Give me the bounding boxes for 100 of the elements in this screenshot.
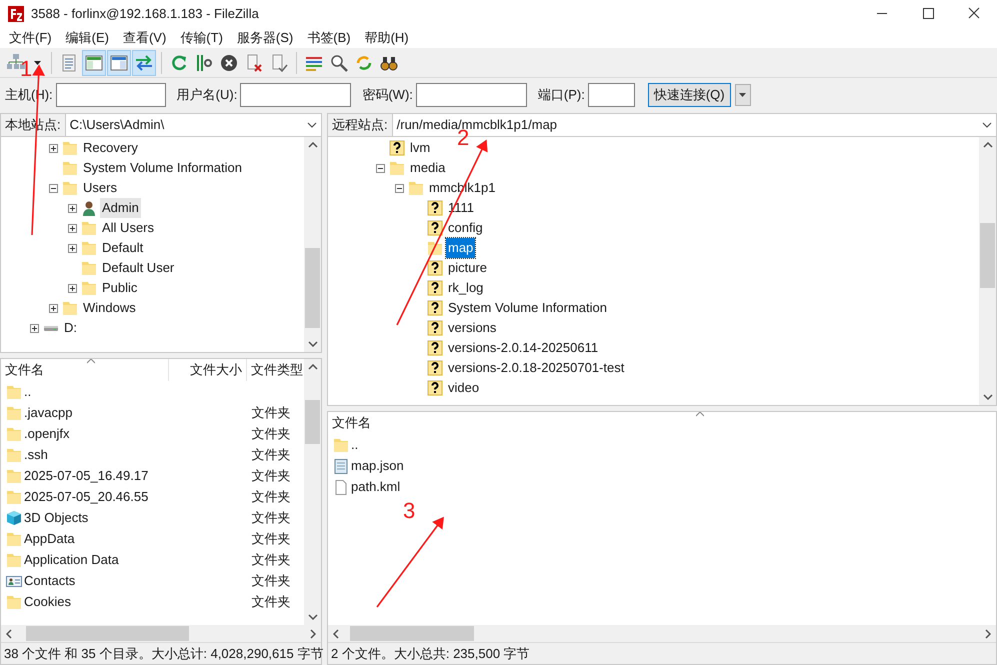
file-type: 文件夹 <box>251 552 290 567</box>
expand-icon[interactable] <box>30 324 39 332</box>
folder-icon <box>6 384 22 400</box>
expand-icon[interactable] <box>68 224 77 232</box>
chevron-down-icon[interactable] <box>982 394 992 400</box>
chevron-right-icon[interactable] <box>985 628 991 638</box>
chevron-left-icon[interactable] <box>333 628 339 638</box>
column-header[interactable]: 文件大小 <box>168 359 247 381</box>
unknown-folder-icon <box>427 200 443 216</box>
unknown-folder-icon <box>389 140 405 156</box>
tree-item[interactable]: D: <box>62 318 79 338</box>
scroll-thumb[interactable] <box>305 400 320 444</box>
file-type: 文件夹 <box>251 530 290 546</box>
collapse-icon[interactable] <box>376 164 385 172</box>
file-name[interactable]: map.json <box>351 456 404 476</box>
collapse-icon[interactable] <box>49 184 58 192</box>
field-label: 密码(W): <box>362 86 413 104</box>
vertical-scrollbar[interactable] <box>304 137 321 352</box>
file-name[interactable]: 3D Objects <box>24 508 88 528</box>
menu-item[interactable]: 文件(F) <box>2 26 59 48</box>
toolbar-button[interactable] <box>107 50 131 76</box>
tree-item[interactable]: picture <box>446 258 490 278</box>
tree-item[interactable]: Users <box>81 178 119 198</box>
chevron-up-icon[interactable] <box>308 142 318 148</box>
folder-icon <box>81 240 97 256</box>
chevron-right-icon[interactable] <box>310 628 316 638</box>
menu-item[interactable]: 帮助(H) <box>358 26 416 48</box>
file-name[interactable]: Application Data <box>24 550 119 570</box>
input-field[interactable] <box>56 82 166 106</box>
folder-icon <box>62 140 78 156</box>
app-logo-icon <box>8 6 24 22</box>
folder-icon <box>62 180 78 196</box>
menu-item[interactable]: 编辑(E) <box>58 26 116 48</box>
tree-item[interactable]: System Volume Information <box>81 158 244 178</box>
tree-item[interactable]: versions <box>446 318 498 338</box>
expand-icon[interactable] <box>68 204 77 212</box>
tree-item[interactable]: Default User <box>100 258 176 278</box>
user-icon <box>81 200 97 216</box>
column-header[interactable]: 文件名 <box>1 359 168 381</box>
expand-icon[interactable] <box>68 284 77 292</box>
tree-item[interactable]: video <box>446 378 482 398</box>
file-name[interactable]: Contacts <box>24 570 76 590</box>
input-field[interactable] <box>588 82 635 106</box>
chevron-up-icon[interactable] <box>308 364 318 370</box>
file-name[interactable]: .openjfx <box>24 424 70 444</box>
menu-item[interactable]: 书签(B) <box>300 26 358 48</box>
file-name[interactable]: .. <box>24 382 32 402</box>
dropdown-caret-icon[interactable] <box>33 60 42 66</box>
vertical-scrollbar[interactable] <box>979 137 996 405</box>
scroll-thumb[interactable] <box>305 248 320 328</box>
tree-item[interactable]: rk_log <box>446 278 486 298</box>
file-name[interactable]: .. <box>351 434 358 454</box>
file-name[interactable]: 2025-07-05_20.46.55 <box>24 486 148 506</box>
tree-item[interactable]: Recovery <box>81 138 140 158</box>
file-name[interactable]: Cookies <box>24 592 71 612</box>
chevron-left-icon[interactable] <box>6 628 12 638</box>
unknown-folder-icon <box>427 220 443 236</box>
column-header[interactable]: 文件类型 <box>247 359 304 381</box>
tree-item[interactable]: config <box>446 218 485 238</box>
chevron-down-icon[interactable] <box>308 341 318 347</box>
scroll-thumb[interactable] <box>980 223 995 288</box>
tree-item[interactable]: map <box>446 238 476 258</box>
menu-item[interactable]: 传输(T) <box>173 26 230 48</box>
file-name[interactable]: AppData <box>24 528 75 548</box>
file-name[interactable]: path.kml <box>351 476 400 496</box>
magnifier-icon <box>329 52 349 72</box>
tree-item[interactable]: All Users <box>100 218 156 238</box>
horizontal-scrollbar[interactable] <box>328 625 996 642</box>
file-name[interactable]: .ssh <box>24 444 48 464</box>
expand-icon[interactable] <box>68 244 77 252</box>
tree-item[interactable]: versions-2.0.18-20250701-test <box>446 358 626 378</box>
menu-item[interactable]: 查看(V) <box>116 26 174 48</box>
vertical-scrollbar[interactable] <box>304 359 321 625</box>
column-header[interactable]: 文件名 <box>328 412 996 434</box>
unknown-folder-icon <box>427 360 443 376</box>
chevron-down-icon[interactable] <box>308 614 318 620</box>
tree-item[interactable]: Windows <box>81 298 138 318</box>
quickconnect-button[interactable]: 快速连接(Q) <box>648 82 731 106</box>
tree-item[interactable]: Admin <box>100 198 141 218</box>
collapse-icon[interactable] <box>395 184 404 192</box>
field-label: 端口(P): <box>538 86 585 104</box>
file-name[interactable]: 2025-07-05_16.49.17 <box>24 466 148 486</box>
scroll-thumb[interactable] <box>26 626 189 641</box>
status-bar: 38 个文件 和 35 个目录。大小总计: 4,028,290,615 字节 <box>1 642 321 664</box>
quickconnect-dropdown[interactable] <box>734 84 751 106</box>
expand-icon[interactable] <box>49 144 58 152</box>
file-name[interactable]: .javacpp <box>24 402 72 422</box>
chevron-up-icon[interactable] <box>982 142 992 148</box>
tree-item[interactable]: media <box>408 158 448 178</box>
input-field[interactable] <box>240 82 352 106</box>
tree-item[interactable]: versions-2.0.14-20250611 <box>446 338 600 358</box>
tree-item[interactable]: Default <box>100 238 146 258</box>
tree-item[interactable]: Public <box>100 278 140 298</box>
tree-item[interactable]: System Volume Information <box>446 298 609 318</box>
scroll-thumb[interactable] <box>350 626 474 641</box>
tree-item[interactable]: lvm <box>408 138 432 158</box>
expand-icon[interactable] <box>49 304 58 312</box>
horizontal-scrollbar[interactable] <box>1 625 321 642</box>
menu-item[interactable]: 服务器(S) <box>230 26 300 48</box>
input-field[interactable] <box>416 82 527 106</box>
